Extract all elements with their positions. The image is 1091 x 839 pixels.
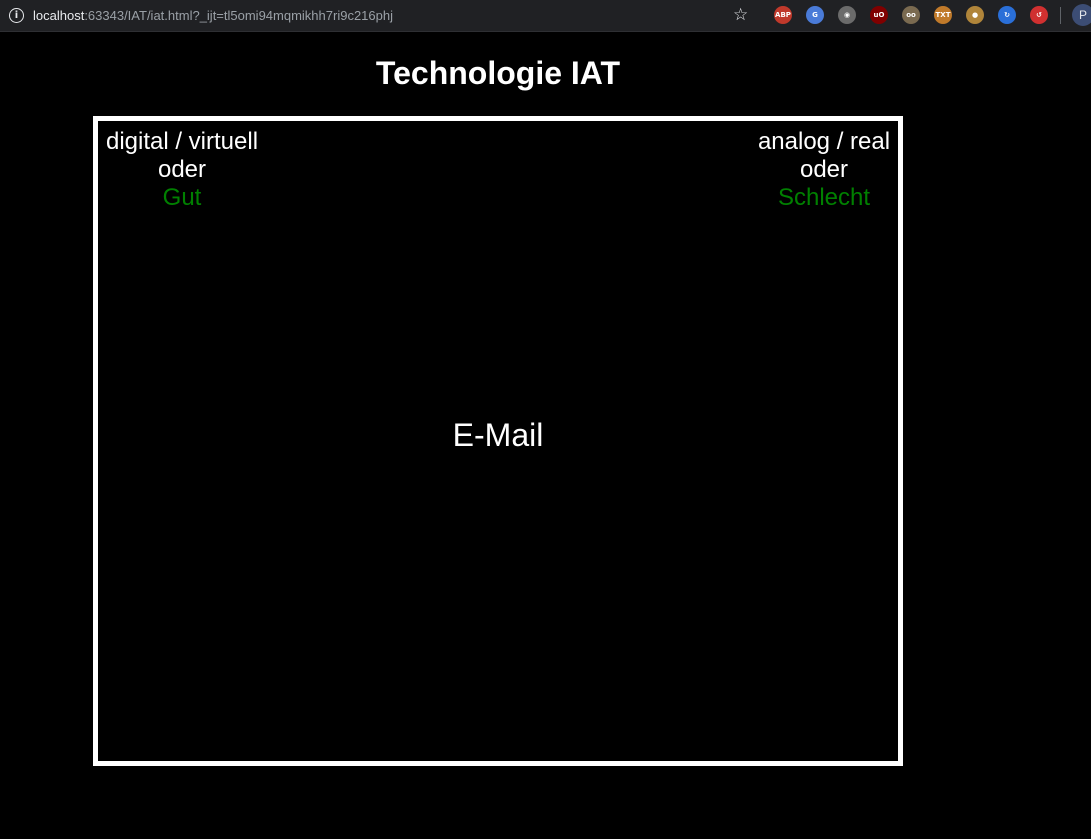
url-host: localhost xyxy=(33,7,85,23)
toolbar-divider xyxy=(1060,7,1061,24)
page-title: Technologie IAT xyxy=(375,55,621,91)
right-attribute-label: Schlecht xyxy=(777,184,871,211)
url-path: :63343/IAT/iat.html?_ijt=tl5omi94mqmikhh… xyxy=(84,7,393,23)
sync-icon[interactable]: ↻ xyxy=(998,6,1016,24)
right-connector-label: oder xyxy=(799,156,849,183)
text-extension-icon[interactable]: TXT xyxy=(934,6,952,24)
stimulus-word: E-Mail xyxy=(452,417,544,453)
adblock-plus-icon[interactable]: ABP xyxy=(774,6,792,24)
bookmark-star-icon[interactable]: ☆ xyxy=(733,5,748,25)
owl-icon[interactable]: oo xyxy=(902,6,920,24)
cookie-icon[interactable]: ● xyxy=(966,6,984,24)
profile-avatar[interactable]: P xyxy=(1072,4,1091,26)
left-attribute-label: Gut xyxy=(162,184,202,211)
left-target-label: digital / virtuell xyxy=(105,128,259,155)
left-category-label: digital / virtuell oder Gut xyxy=(102,128,262,212)
camera-icon[interactable]: ◉ xyxy=(838,6,856,24)
address-bar[interactable]: i localhost:63343/IAT/iat.html?_ijt=tl5o… xyxy=(0,0,760,30)
url-text[interactable]: localhost:63343/IAT/iat.html?_ijt=tl5omi… xyxy=(33,8,393,23)
right-category-label: analog / real oder Schlecht xyxy=(754,128,894,212)
left-connector-label: oder xyxy=(157,156,207,183)
info-icon[interactable]: i xyxy=(9,7,24,23)
iat-frame: digital / virtuell oder Gut analog / rea… xyxy=(93,116,903,766)
google-translate-icon[interactable]: G xyxy=(806,6,824,24)
ublock-origin-icon[interactable]: uO xyxy=(870,6,888,24)
red-circle-extension-icon[interactable]: ↺ xyxy=(1030,6,1048,24)
right-target-label: analog / real xyxy=(757,128,891,155)
browser-toolbar: i localhost:63343/IAT/iat.html?_ijt=tl5o… xyxy=(0,0,1091,32)
